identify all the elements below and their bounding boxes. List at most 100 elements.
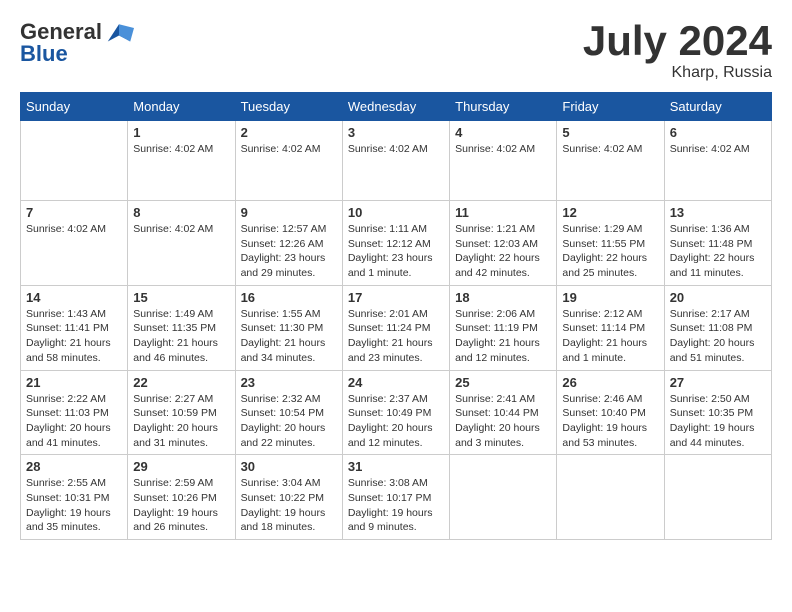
weekday-header: Monday [128, 93, 235, 121]
calendar-cell [664, 455, 771, 540]
calendar-week-row: 21Sunrise: 2:22 AM Sunset: 11:03 PM Dayl… [21, 370, 772, 455]
calendar-cell: 23 Sunrise: 2:32 AM Sunset: 10:54 PM Dayl… [235, 370, 342, 455]
day-info: Sunrise: 2:12 AM Sunset: 11:14 PM Daylig… [562, 307, 658, 366]
calendar-week-row: 14 Sunrise: 1:43 AM Sunset: 11:41 PM Dayl… [21, 285, 772, 370]
weekday-header-row: SundayMondayTuesdayWednesdayThursdayFrid… [21, 93, 772, 121]
calendar-cell: 26Sunrise: 2:46 AM Sunset: 10:40 PM Dayl… [557, 370, 664, 455]
day-number: 28 [26, 459, 122, 474]
day-number: 20 [670, 290, 766, 305]
day-number: 8 [133, 205, 229, 220]
day-number: 29 [133, 459, 229, 474]
day-number: 25 [455, 375, 551, 390]
day-number: 24 [348, 375, 444, 390]
day-number: 21 [26, 375, 122, 390]
calendar-cell: 12 Sunrise: 1:29 AM Sunset: 11:55 PM Dayl… [557, 201, 664, 286]
calendar-table: SundayMondayTuesdayWednesdayThursdayFrid… [20, 92, 772, 540]
day-info: Sunrise: 4:02 AM [26, 222, 122, 237]
day-number: 22 [133, 375, 229, 390]
day-number: 16 [241, 290, 337, 305]
day-info: Sunrise: 3:08 AM Sunset: 10:17 PM Daylig… [348, 476, 444, 535]
day-number: 11 [455, 205, 551, 220]
day-number: 12 [562, 205, 658, 220]
page-header: General Blue July 2024 Kharp, Russia [20, 20, 772, 82]
day-number: 31 [348, 459, 444, 474]
day-number: 19 [562, 290, 658, 305]
calendar-cell: 3 Sunrise: 4:02 AM [342, 121, 449, 201]
day-info: Sunrise: 1:36 AM Sunset: 11:48 PM Daylig… [670, 222, 766, 281]
month-title: July 2024 [583, 20, 772, 62]
calendar-cell: 5Sunrise: 4:02 AM [557, 121, 664, 201]
day-info: Sunrise: 4:02 AM [241, 142, 337, 157]
day-info: Sunrise: 4:02 AM [455, 142, 551, 157]
day-info: Sunrise: 4:02 AM [670, 142, 766, 157]
calendar-cell: 20 Sunrise: 2:17 AM Sunset: 11:08 PM Dayl… [664, 285, 771, 370]
day-info: Sunrise: 2:32 AM Sunset: 10:54 PM Daylig… [241, 392, 337, 451]
calendar-cell: 4 Sunrise: 4:02 AM [450, 121, 557, 201]
day-info: Sunrise: 2:37 AM Sunset: 10:49 PM Daylig… [348, 392, 444, 451]
calendar-cell: 8Sunrise: 4:02 AM [128, 201, 235, 286]
day-info: Sunrise: 1:43 AM Sunset: 11:41 PM Daylig… [26, 307, 122, 366]
calendar-cell: 10 Sunrise: 1:11 AM Sunset: 12:12 AM Dayl… [342, 201, 449, 286]
day-info: Sunrise: 12:57 AM Sunset: 12:26 AM Dayli… [241, 222, 337, 281]
day-info: Sunrise: 2:55 AM Sunset: 10:31 PM Daylig… [26, 476, 122, 535]
weekday-header: Tuesday [235, 93, 342, 121]
calendar-cell: 17 Sunrise: 2:01 AM Sunset: 11:24 PM Dayl… [342, 285, 449, 370]
calendar-cell [557, 455, 664, 540]
day-number: 1 [133, 125, 229, 140]
location-title: Kharp, Russia [583, 64, 772, 82]
day-number: 4 [455, 125, 551, 140]
calendar-cell: 25 Sunrise: 2:41 AM Sunset: 10:44 PM Dayl… [450, 370, 557, 455]
day-number: 26 [562, 375, 658, 390]
day-number: 17 [348, 290, 444, 305]
day-info: Sunrise: 2:50 AM Sunset: 10:35 PM Daylig… [670, 392, 766, 451]
calendar-week-row: 7 Sunrise: 4:02 AM 8Sunrise: 4:02 AM 9 Sunri… [21, 201, 772, 286]
logo: General Blue [20, 20, 134, 67]
calendar-cell: 14 Sunrise: 1:43 AM Sunset: 11:41 PM Dayl… [21, 285, 128, 370]
day-info: Sunrise: 1:29 AM Sunset: 11:55 PM Daylig… [562, 222, 658, 281]
calendar-cell: 18 Sunrise: 2:06 AM Sunset: 11:19 PM Dayl… [450, 285, 557, 370]
calendar-cell: 9 Sunrise: 12:57 AM Sunset: 12:26 AM Dayl… [235, 201, 342, 286]
day-info: Sunrise: 1:21 AM Sunset: 12:03 AM Daylig… [455, 222, 551, 281]
calendar-cell: 6 Sunrise: 4:02 AM [664, 121, 771, 201]
day-info: Sunrise: 1:11 AM Sunset: 12:12 AM Daylig… [348, 222, 444, 281]
day-number: 6 [670, 125, 766, 140]
calendar-cell: 28 Sunrise: 2:55 AM Sunset: 10:31 PM Dayl… [21, 455, 128, 540]
calendar-cell: 30Sunrise: 3:04 AM Sunset: 10:22 PM Dayl… [235, 455, 342, 540]
day-number: 30 [241, 459, 337, 474]
day-number: 15 [133, 290, 229, 305]
weekday-header: Sunday [21, 93, 128, 121]
day-number: 9 [241, 205, 337, 220]
calendar-cell: 31 Sunrise: 3:08 AM Sunset: 10:17 PM Dayl… [342, 455, 449, 540]
day-info: Sunrise: 2:41 AM Sunset: 10:44 PM Daylig… [455, 392, 551, 451]
day-number: 23 [241, 375, 337, 390]
day-info: Sunrise: 2:27 AM Sunset: 10:59 PM Daylig… [133, 392, 229, 451]
day-info: Sunrise: 2:59 AM Sunset: 10:26 PM Daylig… [133, 476, 229, 535]
calendar-cell: 27Sunrise: 2:50 AM Sunset: 10:35 PM Dayl… [664, 370, 771, 455]
day-number: 14 [26, 290, 122, 305]
calendar-cell: 22 Sunrise: 2:27 AM Sunset: 10:59 PM Dayl… [128, 370, 235, 455]
day-number: 13 [670, 205, 766, 220]
day-number: 10 [348, 205, 444, 220]
day-number: 2 [241, 125, 337, 140]
calendar-cell: 19 Sunrise: 2:12 AM Sunset: 11:14 PM Dayl… [557, 285, 664, 370]
day-number: 7 [26, 205, 122, 220]
weekday-header: Friday [557, 93, 664, 121]
calendar-cell: 21Sunrise: 2:22 AM Sunset: 11:03 PM Dayl… [21, 370, 128, 455]
calendar-week-row: 28 Sunrise: 2:55 AM Sunset: 10:31 PM Dayl… [21, 455, 772, 540]
weekday-header: Thursday [450, 93, 557, 121]
calendar-cell: 1 Sunrise: 4:02 AM [128, 121, 235, 201]
day-number: 3 [348, 125, 444, 140]
day-info: Sunrise: 2:17 AM Sunset: 11:08 PM Daylig… [670, 307, 766, 366]
day-info: Sunrise: 4:02 AM [133, 142, 229, 157]
day-info: Sunrise: 4:02 AM [348, 142, 444, 157]
day-info: Sunrise: 2:06 AM Sunset: 11:19 PM Daylig… [455, 307, 551, 366]
calendar-cell: 11 Sunrise: 1:21 AM Sunset: 12:03 AM Dayl… [450, 201, 557, 286]
calendar-cell [21, 121, 128, 201]
logo-bird-icon [104, 20, 134, 45]
day-number: 18 [455, 290, 551, 305]
day-info: Sunrise: 1:55 AM Sunset: 11:30 PM Daylig… [241, 307, 337, 366]
calendar-cell: 13 Sunrise: 1:36 AM Sunset: 11:48 PM Dayl… [664, 201, 771, 286]
calendar-cell: 2 Sunrise: 4:02 AM [235, 121, 342, 201]
day-info: Sunrise: 2:01 AM Sunset: 11:24 PM Daylig… [348, 307, 444, 366]
weekday-header: Saturday [664, 93, 771, 121]
